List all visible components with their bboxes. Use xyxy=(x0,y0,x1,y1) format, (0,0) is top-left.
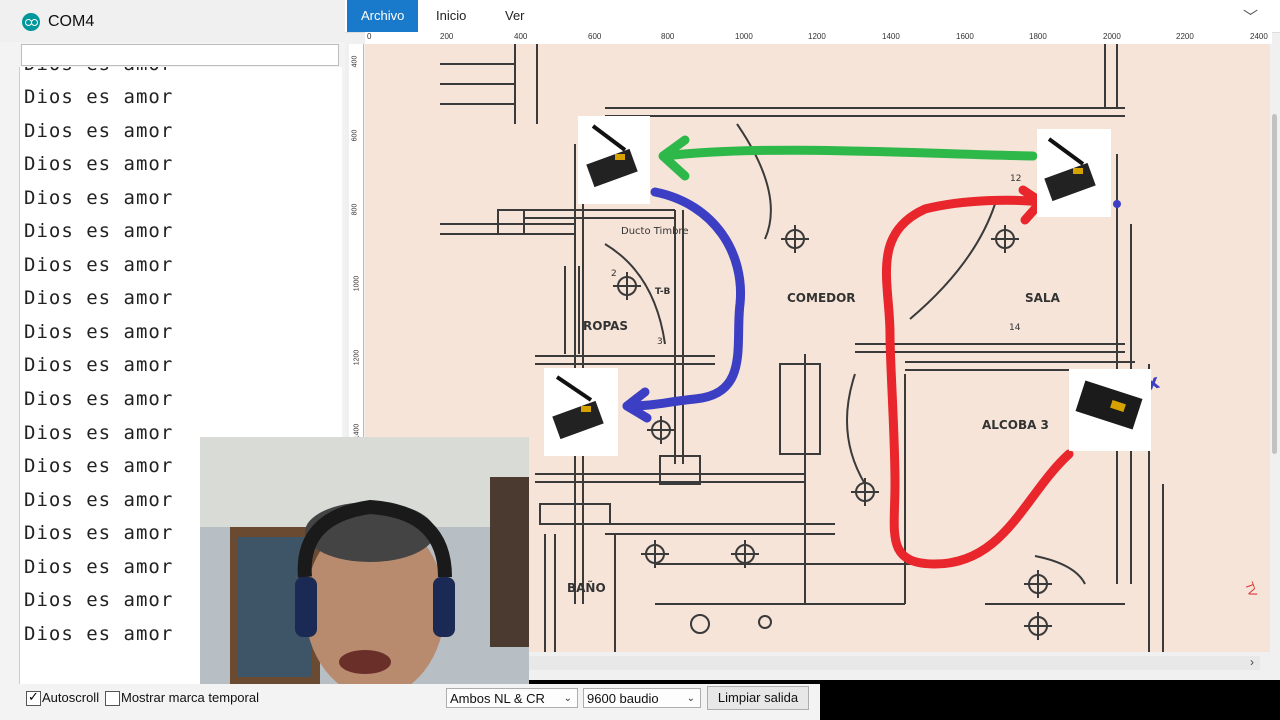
tab-inicio[interactable]: Inicio xyxy=(422,0,480,32)
ruler-label: 800 xyxy=(351,203,359,216)
ruler-label: 1200 xyxy=(353,349,361,366)
circuit-mark: 2 xyxy=(611,269,617,279)
ruler-label: 800 xyxy=(661,32,675,41)
ruler-label: 200 xyxy=(440,32,454,41)
output-line: Dios es amor xyxy=(24,623,174,645)
ruler-label: 1000 xyxy=(353,275,361,292)
ribbon: Archivo Inicio Ver ﹀ xyxy=(345,0,1280,33)
room-label-sala: SALA xyxy=(1025,291,1061,305)
output-line: Dios es amor xyxy=(24,67,173,75)
ruler-label: 1600 xyxy=(956,32,974,41)
ruler-label: 600 xyxy=(351,129,359,142)
ruler-label: 1200 xyxy=(808,32,826,41)
line-ending-value: Ambos NL & CR xyxy=(450,691,545,706)
tb-mark: T-B xyxy=(655,287,671,297)
output-line: Dios es amor xyxy=(24,86,174,108)
serial-titlebar: COM4 xyxy=(0,0,345,42)
room-label-bano: BAÑO xyxy=(567,580,606,595)
output-line: Dios es amor xyxy=(24,220,174,242)
output-line: Dios es amor xyxy=(24,455,174,477)
rf-module-image-alcoba xyxy=(1069,369,1151,451)
output-line: Dios es amor xyxy=(24,354,174,376)
black-area xyxy=(820,680,1280,720)
output-line: Dios es amor xyxy=(24,187,174,209)
output-line: Dios es amor xyxy=(24,556,174,578)
webcam-person-image xyxy=(200,437,529,684)
circuit-mark: 12 xyxy=(1010,174,1021,184)
ruler-label: 600 xyxy=(588,32,602,41)
circuit-mark: 3 xyxy=(657,337,663,347)
tab-ver[interactable]: Ver xyxy=(491,0,539,32)
green-arrow xyxy=(660,145,1038,161)
output-line: Dios es amor xyxy=(24,287,174,309)
autoscroll-label: Autoscroll xyxy=(42,690,100,705)
ruler-label: 0 xyxy=(367,32,372,41)
scrollbar-thumb[interactable] xyxy=(1272,114,1277,454)
rf-module-image-left xyxy=(544,368,618,456)
output-line: Dios es amor xyxy=(24,153,174,175)
room-label-alcoba: ALCOBA 3 xyxy=(982,418,1049,432)
output-line: Dios es amor xyxy=(24,120,174,142)
chevron-down-icon[interactable]: ﹀ xyxy=(1243,6,1258,27)
webcam-overlay xyxy=(200,437,529,684)
ruler-label: 2000 xyxy=(1103,32,1121,41)
ruler-label: 1800 xyxy=(1029,32,1047,41)
line-ending-select[interactable]: Ambos NL & CR ⌄ xyxy=(446,688,578,708)
ruler-label: 1000 xyxy=(735,32,753,41)
ruler-label: 2200 xyxy=(1176,32,1194,41)
send-input[interactable] xyxy=(21,44,339,66)
tab-archivo[interactable]: Archivo xyxy=(347,0,419,32)
output-line: Dios es amor xyxy=(24,589,174,611)
circuit-mark: 14 xyxy=(1009,323,1021,333)
rf-module-image-top-left xyxy=(578,116,650,204)
timestamp-label: Mostrar marca temporal xyxy=(121,690,259,705)
arduino-icon xyxy=(22,13,40,31)
timestamp-checkbox[interactable] xyxy=(105,691,120,706)
horizontal-scrollbar[interactable]: › xyxy=(525,655,1260,670)
ruler-label: 400 xyxy=(351,55,359,68)
ruler-label: 400 xyxy=(514,32,528,41)
chevron-down-icon: ⌄ xyxy=(686,693,695,704)
output-line: Dios es amor xyxy=(24,522,174,544)
output-line: Dios es amor xyxy=(24,321,174,343)
output-line: Dios es amor xyxy=(24,254,174,276)
tv-mark: TV xyxy=(1242,580,1260,599)
chevron-right-icon[interactable]: › xyxy=(1250,655,1254,669)
ducto-timbre-label: Ducto Timbre xyxy=(621,226,688,237)
output-line: Dios es amor xyxy=(24,422,174,444)
clear-output-button[interactable]: Limpiar salida xyxy=(707,686,809,710)
window-title: COM4 xyxy=(48,13,95,30)
rf-module-image-top-right xyxy=(1037,129,1111,217)
vertical-scrollbar[interactable] xyxy=(1270,44,1280,654)
output-line: Dios es amor xyxy=(24,388,174,410)
ruler-label: 2400 xyxy=(1250,32,1268,41)
autoscroll-checkbox[interactable] xyxy=(26,689,41,706)
red-arrow xyxy=(882,195,1074,569)
output-line: Dios es amor xyxy=(24,489,174,511)
selection-handle[interactable] xyxy=(1113,200,1121,208)
baud-rate-select[interactable]: 9600 baudio ⌄ xyxy=(583,688,701,708)
chevron-down-icon: ⌄ xyxy=(563,693,572,704)
room-label-comedor: COMEDOR xyxy=(787,291,856,305)
room-label-ropas: ROPAS xyxy=(583,319,628,333)
ruler-label: 1400 xyxy=(882,32,900,41)
baud-rate-value: 9600 baudio xyxy=(587,691,659,706)
